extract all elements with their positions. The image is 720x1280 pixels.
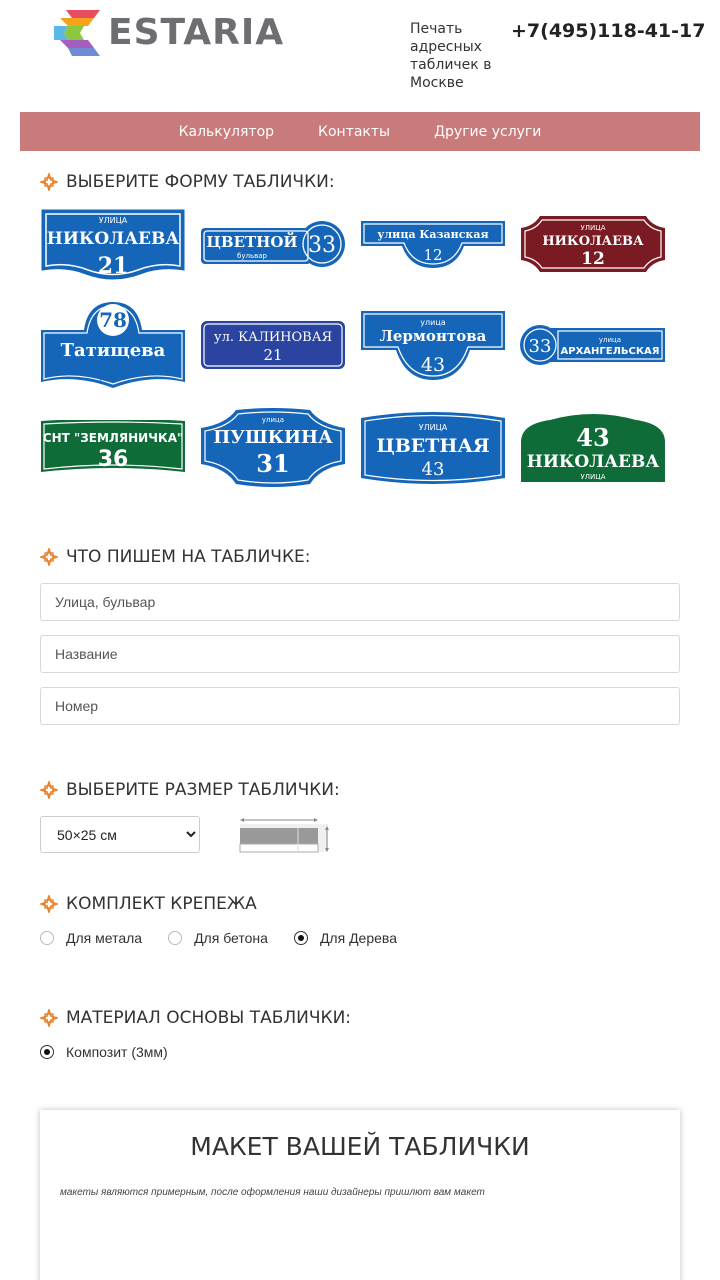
sign-9-num: 36	[98, 447, 129, 472]
sign-shape-4[interactable]: УЛИЦА НИКОЛАЕВА 12	[520, 214, 666, 274]
mount-options: Для метала Для бетона Для Дерева	[40, 930, 397, 946]
mockup-title: МАКЕТ ВАШЕЙ ТАБЛИЧКИ	[190, 1132, 530, 1161]
sign-shape-10[interactable]: улица ПУШКИНА 31	[200, 408, 346, 488]
sign-11-name: ЦВЕТНАЯ	[376, 435, 489, 457]
size-diagram-icon	[239, 818, 329, 853]
mockup-panel: МАКЕТ ВАШЕЙ ТАБЛИЧКИ макеты являются при…	[40, 1110, 680, 1280]
sign-shape-11[interactable]: УЛИЦА ЦВЕТНАЯ 43	[360, 412, 506, 484]
star-bullet-icon	[40, 548, 58, 566]
star-bullet-icon	[40, 781, 58, 799]
sign-2-num: 33	[308, 233, 336, 258]
nav-other-services[interactable]: Другие услуги	[434, 124, 541, 140]
sign-10-name: ПУШКИНА	[213, 427, 333, 448]
nav-calculator[interactable]: Калькулятор	[179, 124, 274, 140]
sign-3-top: улица Казанская	[377, 228, 488, 241]
logo-mark-icon	[54, 10, 100, 56]
sign-2-name: ЦВЕТНОЙ	[206, 232, 297, 251]
logo[interactable]: ESTARIA	[54, 10, 326, 56]
star-bullet-icon	[40, 1009, 58, 1027]
sign-shape-1[interactable]: УЛИЦА НИКОЛАЕВА 21	[40, 208, 186, 282]
radio-dot[interactable]	[40, 931, 54, 945]
sign-shape-5[interactable]: 78 Татищева улица	[40, 300, 186, 390]
size-select[interactable]: 50×25 см	[40, 816, 200, 853]
street-type-input[interactable]	[40, 583, 680, 621]
sign-12-num: 43	[576, 423, 609, 452]
star-bullet-icon	[40, 173, 58, 191]
sign-6-num: 21	[263, 346, 282, 364]
main-nav: Калькулятор Контакты Другие услуги	[20, 112, 700, 151]
sign-7-top: улица	[420, 318, 445, 327]
sign-4-top: УЛИЦА	[581, 224, 606, 232]
sign-shape-2[interactable]: ЦВЕТНОЙ бульвар 33	[200, 220, 346, 268]
sign-5-sub: улица	[99, 372, 128, 382]
house-number-input[interactable]	[40, 687, 680, 725]
radio-dot[interactable]	[168, 931, 183, 945]
logo-text: ESTARIA	[108, 12, 285, 53]
site-header: ESTARIA Печать адресных табличек в Москв…	[0, 0, 720, 112]
sign-shape-9[interactable]: СНТ "ЗЕМЛЯНИЧКА" 36	[40, 420, 186, 478]
radio-dot[interactable]	[40, 1045, 54, 1059]
tagline: Печать адресных табличек в Москве	[410, 21, 492, 91]
sign-7-num: 43	[421, 354, 445, 376]
sign-8-name: АРХАНГЕЛЬСКАЯ	[561, 346, 660, 357]
mount-option-concrete[interactable]: Для бетона	[168, 930, 268, 946]
section-title-material: МАТЕРИАЛ ОСНОВЫ ТАБЛИЧКИ:	[40, 1008, 351, 1028]
sign-7-name: Лермонтова	[380, 327, 487, 345]
sign-4-num: 12	[581, 249, 605, 269]
material-options: Композит (3мм)	[40, 1044, 168, 1060]
sign-5-num: 78	[99, 308, 127, 332]
phone-number[interactable]: +7(495)118-41-17	[511, 20, 705, 42]
sign-5-name: Татищева	[61, 340, 166, 361]
sign-4-name: НИКОЛАЕВА	[542, 234, 644, 249]
sign-6-name: ул. КАЛИНОВАЯ	[214, 330, 332, 345]
section-title-size: ВЫБЕРИТЕ РАЗМЕР ТАБЛИЧКИ:	[40, 780, 340, 800]
sign-1-num: 21	[98, 253, 129, 279]
sign-shape-7[interactable]: улица Лермонтова 43	[360, 310, 506, 382]
sign-11-top: УЛИЦА	[419, 423, 448, 432]
nav-contacts[interactable]: Контакты	[318, 124, 390, 140]
section-title-shape: ВЫБЕРИТЕ ФОРМУ ТАБЛИЧКИ:	[40, 172, 335, 192]
sign-9-name: СНТ "ЗЕМЛЯНИЧКА"	[43, 431, 183, 445]
sign-10-top: улица	[262, 416, 284, 424]
sign-shape-12[interactable]: 43 НИКОЛАЕВА УЛИЦА	[520, 412, 666, 484]
sign-8-top: улица	[599, 336, 621, 344]
sign-1-name: НИКОЛАЕВА	[47, 229, 180, 249]
sign-8-num: 33	[529, 336, 552, 357]
section-title-text: ЧТО ПИШЕМ НА ТАБЛИЧКЕ:	[40, 547, 311, 567]
mount-option-metal[interactable]: Для метала	[40, 930, 142, 946]
sign-12-sub: УЛИЦА	[581, 473, 606, 481]
material-option-composite[interactable]: Композит (3мм)	[40, 1044, 168, 1060]
sign-3-num: 12	[423, 246, 442, 264]
section-title-mount: КОМПЛЕКТ КРЕПЕЖА	[40, 894, 257, 914]
mount-option-wood[interactable]: Для Дерева	[293, 930, 397, 946]
sign-2-sub: бульвар	[237, 252, 267, 260]
sign-11-num: 43	[422, 459, 445, 480]
sign-shape-6[interactable]: ул. КАЛИНОВАЯ 21	[200, 320, 346, 370]
mockup-note: макеты являются примерным, после оформле…	[60, 1187, 485, 1198]
sign-shape-3[interactable]: улица Казанская 12	[360, 220, 506, 270]
sign-10-num: 31	[256, 449, 289, 478]
star-bullet-icon	[40, 895, 58, 913]
sign-shape-8[interactable]: 33 улица АРХАНГЕЛЬСКАЯ	[520, 324, 666, 366]
sign-1-top: УЛИЦА	[99, 216, 128, 225]
sign-12-name: НИКОЛАЕВА	[527, 452, 660, 472]
radio-dot[interactable]	[293, 931, 308, 945]
street-name-input[interactable]	[40, 635, 680, 673]
